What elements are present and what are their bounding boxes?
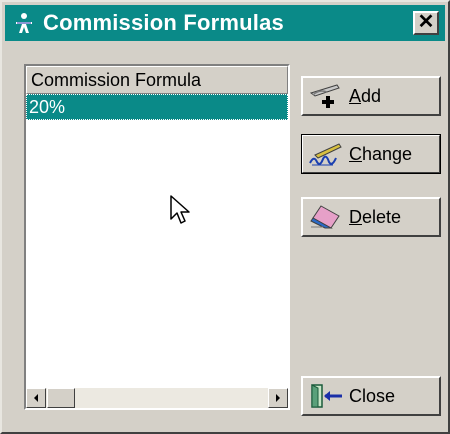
commission-formulas-window: Commission Formulas ✕ Commission Formula… xyxy=(0,0,450,434)
column-header-commission-formula[interactable]: Commission Formula xyxy=(26,66,288,94)
horizontal-scrollbar[interactable] xyxy=(26,388,288,408)
arrow-right-icon xyxy=(276,394,280,402)
close-label: Close xyxy=(349,386,396,406)
delete-label: Delete xyxy=(349,207,402,227)
add-button[interactable]: Add xyxy=(301,76,441,116)
scroll-left-button[interactable] xyxy=(26,388,46,408)
commission-formula-list[interactable]: Commission Formula 20% xyxy=(24,64,290,410)
title-bar[interactable]: Commission Formulas ✕ xyxy=(5,5,445,41)
change-button[interactable]: Change xyxy=(301,134,441,174)
scroll-right-button[interactable] xyxy=(268,388,288,408)
scroll-thumb[interactable] xyxy=(47,388,75,408)
add-label: Add xyxy=(349,86,382,106)
pen-plus-icon xyxy=(309,84,340,108)
close-window-button[interactable]: ✕ xyxy=(413,11,439,35)
window-title: Commission Formulas xyxy=(43,10,284,35)
door-exit-icon xyxy=(311,384,342,408)
app-figure-icon xyxy=(16,13,32,33)
signature-pen-icon xyxy=(309,143,342,166)
arrow-left-icon xyxy=(34,394,38,402)
mouse-pointer-icon xyxy=(170,195,190,224)
eraser-icon xyxy=(310,205,340,229)
list-item[interactable]: 20% xyxy=(26,94,288,120)
delete-button[interactable]: Delete xyxy=(301,197,441,237)
close-button[interactable]: Close xyxy=(301,376,441,416)
change-label: Change xyxy=(349,144,413,164)
close-icon: ✕ xyxy=(417,11,435,33)
